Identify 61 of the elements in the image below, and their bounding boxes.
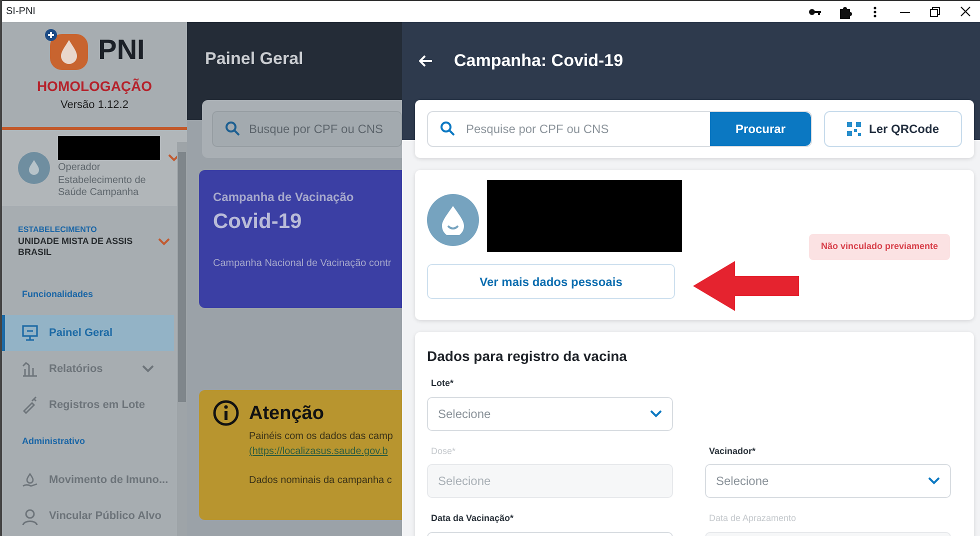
logo-text: PNI [98,33,145,67]
establishment-name: UNIDADE MISTA DE ASSIS BRASIL [18,236,134,258]
notice-text: Dados nominais da campanha c [249,474,393,488]
form-title: Dados para registro da vacina [427,347,628,366]
select-field[interactable]: Selecione [705,464,951,498]
chevron-down-icon [928,477,940,485]
campaign-card[interactable]: Campanha de Vacinação Covid-19 Campanha Nacional de Vacinação contr [199,170,402,308]
person-icon [21,508,39,526]
syringe-icon [21,396,39,414]
user-avatar-icon [18,152,50,184]
field-label: Data da Vacinação* [431,512,515,525]
restore-icon[interactable] [930,6,940,16]
version-label: Versão 1.12.2 [60,98,128,113]
puzzle-icon[interactable] [838,4,852,18]
field-label: Lote* [431,377,454,390]
notice-title: Atenção [249,402,325,426]
more-data-button[interactable]: Ver mais dados pessoais [427,264,675,299]
qr-code-button[interactable]: Ler QRCode [824,111,962,147]
field-label: Dose* [431,444,457,458]
search-button[interactable]: Procurar [710,112,811,146]
sidebar-item[interactable]: Painel Geral [2,315,174,352]
scrollbar-thumb[interactable] [178,152,186,402]
notice-text: Painéis com os dados das camp [249,430,393,444]
key-icon[interactable] [808,6,822,16]
qr-code-icon [846,122,861,136]
campaign-subtitle: Campanha de Vacinação [213,189,355,206]
sidebar-item[interactable]: Registros em Lote [2,387,174,424]
smiling-drop-icon [440,205,466,235]
section-heading: Funcionalidades [21,288,94,301]
field-label: Vacinador* [709,444,757,458]
select-field[interactable]: Selecione [427,396,673,430]
search-icon [225,121,241,137]
search-field[interactable]: Pesquise por CPF ou CNS Procurar [427,111,812,147]
close-icon[interactable] [960,6,970,17]
field-label: Data de Aprazamento [709,512,798,525]
more-options-icon[interactable] [873,6,877,18]
drop-logo-icon [44,28,90,72]
chevron-down-icon [168,154,180,162]
campaign-title: Covid-19 [213,209,303,235]
back-arrow-icon[interactable] [419,55,433,67]
search-placeholder: Pesquise por CPF ou CNS [466,121,609,138]
section-heading: Administrativo [21,435,86,448]
info-icon [213,400,239,426]
search-icon [440,121,456,137]
bar-chart-icon [21,360,39,378]
section-heading: ESTABELECIMENTO [18,224,98,236]
drawer-title: Campanha: Covid-19 [454,50,624,72]
notice-link[interactable]: (https://localizasus.saude.gov.b [249,444,393,458]
search-placeholder: Busque por CPF ou CNS [249,121,384,138]
status-badge: Não vinculado previamente [808,234,950,260]
window-title: SI-PNI [6,5,36,19]
page-title: Painel Geral [187,22,402,100]
search-field[interactable]: Busque por CPF ou CNS [212,111,402,147]
sidebar-item[interactable]: Movimento de Imuno... [2,462,174,499]
monitor-icon [21,324,39,342]
chevron-down-icon [650,410,662,418]
environment-label: HOMOLOGAÇÃO [36,77,152,96]
user-role: Operador Estabelecimento de Saúde Campanha [58,162,147,200]
sidebar-item[interactable]: Vincular Público Alvo [2,498,174,535]
sidebar-item[interactable]: Relatórios [2,351,174,388]
chevron-down-icon [158,238,170,246]
